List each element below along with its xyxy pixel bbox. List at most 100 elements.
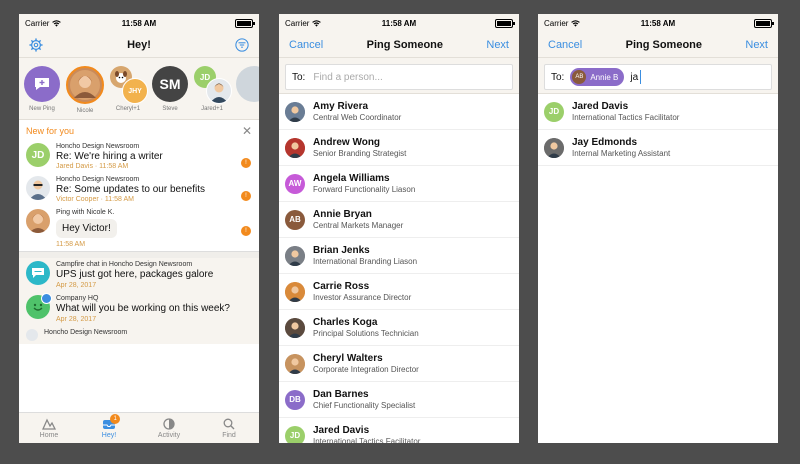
list-item[interactable]: Company HQ What will you be working on t…	[19, 292, 259, 326]
person-title: Principal Solutions Technician	[313, 329, 419, 338]
tab-find[interactable]: Find	[199, 413, 259, 443]
person-name: Jay Edmonds	[572, 137, 638, 148]
person-title: Senior Branding Strategist	[313, 149, 407, 158]
story-new-ping[interactable]: New Ping	[24, 66, 60, 112]
next-button[interactable]: Next	[745, 39, 768, 51]
person-row[interactable]: AW Angela Williams Forward Functionality L…	[279, 166, 519, 202]
person-row[interactable]: Brian Jenks International Branding Liason	[279, 238, 519, 274]
person-name: Amy Rivera	[313, 101, 369, 112]
chip-name: Annie B	[590, 72, 619, 82]
phone-ping-someone: Carrier 11:58 AM Cancel Ping Someone Nex…	[279, 14, 519, 443]
person-row[interactable]: Andrew Wong Senior Branding Strategist	[279, 130, 519, 166]
nav-bar: Hey!	[19, 32, 259, 58]
story-label: Steve	[162, 106, 178, 112]
story-partial[interactable]	[236, 66, 259, 102]
person-row[interactable]: JD Jared Davis International Tactics Facil…	[538, 94, 778, 130]
person-title: International Branding Liason	[313, 257, 418, 266]
tab-bar: Home 1 Hey! Activity Find	[19, 412, 259, 443]
person-name: Jared Davis	[313, 425, 370, 436]
avatar: JD	[285, 425, 305, 443]
avatar	[285, 245, 305, 266]
person-row[interactable]: Charles Koga Principal Solutions Technici…	[279, 310, 519, 346]
close-icon[interactable]: ✕	[242, 124, 252, 138]
search-input[interactable]	[311, 70, 506, 84]
wifi-icon	[312, 19, 322, 27]
item-source: Honcho Design Newsroom	[56, 143, 140, 150]
stories-row: New Ping Nicole JHY Cheryl+1 SM Steve JD	[19, 58, 259, 120]
avatar: AB	[285, 209, 305, 230]
person-row[interactable]: AB Annie Bryan Central Markets Manager	[279, 202, 519, 238]
tab-label: Activity	[157, 431, 181, 439]
filter-icon[interactable]	[235, 37, 249, 52]
cancel-button[interactable]: Cancel	[289, 39, 323, 51]
person-title: Internal Marketing Assistant	[572, 149, 671, 158]
item-subject: Re: We're hiring a writer	[56, 151, 163, 162]
page-title: Hey!	[127, 38, 151, 51]
avatar: SM	[152, 66, 188, 102]
person-title: International Tactics Facilitator	[313, 437, 421, 443]
person-name: Andrew Wong	[313, 137, 381, 148]
person-photo-icon	[285, 317, 305, 338]
person-name: Cheryl Walters	[313, 353, 383, 364]
recipient-area: To: AB Annie B ja	[538, 58, 778, 94]
avatar	[66, 66, 104, 104]
story-jared[interactable]: JD Jared+1	[194, 66, 232, 112]
person-title: Corporate Integration Director	[313, 365, 419, 374]
page-title: Ping Someone	[625, 38, 703, 51]
nav-bar: Cancel Ping Someone Next	[279, 32, 519, 58]
story-label: New Ping	[29, 106, 55, 112]
avatar	[285, 137, 305, 158]
avatar: DB	[285, 389, 305, 410]
recipient-chip[interactable]: AB Annie B	[570, 68, 625, 86]
people-list: JD Jared Davis International Tactics Facil…	[538, 94, 778, 166]
to-label: To:	[551, 71, 565, 83]
avatar	[26, 176, 50, 200]
tab-label: Hey!	[101, 431, 117, 439]
person-name: Jared Davis	[572, 101, 629, 112]
person-row[interactable]: JD Jared Davis International Tactics Facil…	[279, 418, 519, 443]
tab-activity[interactable]: Activity	[139, 413, 199, 443]
avatar	[544, 137, 564, 158]
person-row[interactable]: Cheryl Walters Corporate Integration Dire…	[279, 346, 519, 382]
tab-home[interactable]: Home	[19, 413, 79, 443]
story-cheryl[interactable]: JHY Cheryl+1	[110, 66, 148, 112]
person-row[interactable]: DB Dan Barnes Chief Functionality Speciali…	[279, 382, 519, 418]
avatar: AW	[285, 173, 305, 194]
list-item[interactable]: Honcho Design Newsroom	[19, 326, 259, 344]
item-source: Ping with Nicole K.	[56, 209, 115, 216]
list-item[interactable]: Honcho Design Newsroom Re: Some updates …	[19, 173, 259, 206]
status-time: 11:58 AM	[121, 18, 157, 28]
person-name: Charles Koga	[313, 317, 378, 328]
item-source: Campfire chat in Honcho Design Newsroom	[56, 261, 193, 268]
person-photo-icon	[544, 137, 564, 158]
person-row[interactable]: Amy Rivera Central Web Coordinator	[279, 94, 519, 130]
item-meta: Jared Davis · 11:58 AM	[56, 163, 129, 170]
item-source: Honcho Design Newsroom	[56, 176, 140, 183]
recipient-field: To:	[285, 64, 513, 90]
gear-icon[interactable]	[29, 37, 43, 52]
person-title: Central Web Coordinator	[313, 113, 402, 122]
cancel-button[interactable]: Cancel	[548, 39, 582, 51]
person-photo-icon	[285, 353, 305, 374]
search-query[interactable]: ja	[630, 72, 638, 83]
new-for-you-label: New for you	[26, 126, 75, 136]
person-photo-icon	[285, 281, 305, 302]
story-steve[interactable]: SM Steve	[152, 66, 188, 112]
list-item[interactable]: Campfire chat in Honcho Design Newsroom …	[19, 258, 259, 292]
tab-hey[interactable]: 1 Hey!	[79, 413, 139, 443]
person-row[interactable]: Jay Edmonds Internal Marketing Assistant	[538, 130, 778, 166]
person-row[interactable]: Carrie Ross Investor Assurance Director	[279, 274, 519, 310]
divider	[19, 251, 259, 258]
unread-dot: !	[241, 226, 251, 236]
list-item[interactable]: Ping with Nicole K. Hey Victor! 11:58 AM…	[19, 206, 259, 251]
next-button[interactable]: Next	[486, 39, 509, 51]
item-meta: Victor Cooper · 11:58 AM	[56, 196, 134, 203]
list-item[interactable]: JD Honcho Design Newsroom Re: We're hiri…	[19, 140, 259, 173]
tab-badge: 1	[110, 414, 121, 424]
people-list: Amy Rivera Central Web Coordinator Andrew …	[279, 94, 519, 443]
item-date: Apr 28, 2017	[56, 282, 97, 289]
person-name: Dan Barnes	[313, 389, 369, 400]
story-nicole[interactable]: Nicole	[66, 66, 104, 114]
to-label: To:	[292, 71, 306, 83]
battery-icon	[753, 18, 774, 28]
